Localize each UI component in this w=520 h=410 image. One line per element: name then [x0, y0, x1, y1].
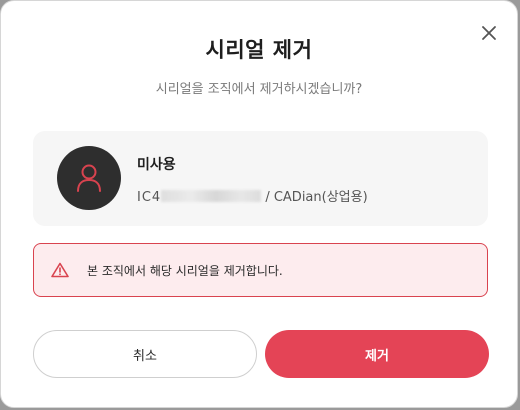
serial-info: IC4 / CADian(상업용) — [137, 186, 368, 205]
warning-text: 본 조직에서 해당 시리얼을 제거합니다. — [87, 264, 283, 278]
serial-prefix: IC4 — [137, 190, 162, 205]
dialog-subtitle: 시리얼을 조직에서 제거하시겠습니까? — [155, 82, 363, 97]
warning-box: 본 조직에서 해당 시리얼을 제거합니다. — [33, 243, 488, 297]
user-card: 미사용 IC4 / CADian(상업용) — [33, 131, 488, 226]
warning-triangle-icon — [51, 262, 69, 278]
cancel-button[interactable]: 취소 — [33, 330, 257, 378]
remove-serial-dialog: 시리얼 제거 시리얼을 조직에서 제거하시겠습니까? 미사용 IC4 / CAD… — [0, 0, 518, 408]
remove-button[interactable]: 제거 — [265, 330, 489, 378]
product-name: / CADian(상업용) — [265, 190, 368, 205]
serial-masked-value — [161, 190, 262, 202]
user-icon — [77, 164, 101, 192]
user-name: 미사용 — [137, 157, 176, 173]
avatar — [57, 146, 121, 210]
dialog-title: 시리얼 제거 — [205, 38, 313, 62]
